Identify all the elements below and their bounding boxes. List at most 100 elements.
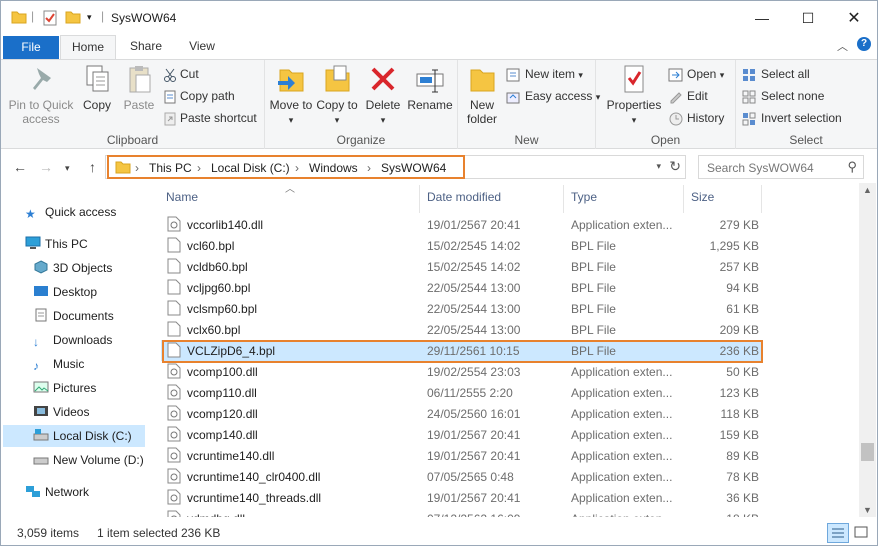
customize-quick-access-icon[interactable]: ▾ <box>87 12 92 23</box>
file-row[interactable]: vcomp120.dll 24/05/2560 16:01 Application … <box>161 403 761 424</box>
file-name: vccorlib140.dll <box>187 218 264 232</box>
crumb-this-pc[interactable]: This PC <box>149 161 192 175</box>
file-date: 19/02/2554 23:03 <box>427 365 521 379</box>
nav-quick-access[interactable]: ★ Quick access <box>25 201 116 223</box>
properties-button[interactable]: Properties ▾ <box>602 64 666 127</box>
forward-icon[interactable]: → <box>39 159 53 175</box>
properties-quick-icon[interactable] <box>43 10 57 29</box>
file-date: 22/05/2544 13:00 <box>427 302 521 316</box>
select-all-button[interactable]: Select all <box>742 65 810 85</box>
nav-this-pc[interactable]: This PC <box>25 233 88 255</box>
select-none-button[interactable]: Select none <box>742 87 824 107</box>
file-date: 06/11/2555 2:20 <box>427 386 513 400</box>
easy-access-button[interactable]: Easy access ▾ <box>506 87 600 107</box>
file-row[interactable]: vcl60.bpl 15/02/2545 14:02 BPL File 1,295 K… <box>161 235 761 256</box>
paste-shortcut-button[interactable]: Paste shortcut <box>163 109 257 129</box>
file-row[interactable]: vclx60.bpl 22/05/2544 13:00 BPL File 209 KB <box>161 319 761 340</box>
file-row[interactable]: vcruntime140_clr0400.dll 07/05/2565 0:48 A… <box>161 466 761 487</box>
column-name[interactable]: Name <box>166 190 198 204</box>
file-row[interactable]: vcomp110.dll 06/11/2555 2:20 Application e… <box>161 382 761 403</box>
cut-button[interactable]: Cut <box>163 65 199 85</box>
nav-desktop[interactable]: Desktop <box>33 281 97 303</box>
nav-local-disk[interactable]: Local Disk (C:) <box>3 425 145 447</box>
nav-downloads[interactable]: ↓ Downloads <box>33 329 112 351</box>
file-type: BPL File <box>571 260 616 274</box>
file-row[interactable]: vcruntime140_threads.dll 19/01/2567 20:41… <box>161 487 761 508</box>
file-row[interactable]: vdmdbg.dll 07/12/2562 16:09 Application ex… <box>161 508 761 517</box>
download-icon: ↓ <box>33 335 39 349</box>
file-date: 19/01/2567 20:41 <box>427 491 521 505</box>
pictures-icon <box>33 379 49 393</box>
close-button[interactable]: ✕ <box>831 1 877 35</box>
column-type[interactable]: Type <box>571 190 597 204</box>
drive-icon <box>33 451 49 465</box>
copy-to-button[interactable]: Copy to ▾ <box>315 64 359 127</box>
column-size[interactable]: Size <box>691 190 714 204</box>
file-row[interactable]: vccorlib140.dll 19/01/2567 20:41 Applicati… <box>161 214 761 235</box>
open-button[interactable]: Open ▾ <box>668 65 724 85</box>
new-folder-button[interactable]: New folder <box>462 64 502 126</box>
large-icons-view-icon[interactable] <box>851 523 873 543</box>
file-row[interactable]: vclsmp60.bpl 22/05/2544 13:00 BPL File 61 K… <box>161 298 761 319</box>
rename-button[interactable]: Rename <box>405 64 455 112</box>
crumb-syswow64[interactable]: SysWOW64 <box>381 161 446 175</box>
invert-selection-button[interactable]: Invert selection <box>742 109 842 129</box>
file-date: 15/02/2545 14:02 <box>427 239 521 253</box>
vertical-scrollbar[interactable]: ▲ ▼ <box>859 183 876 517</box>
pin-quick-access-button[interactable]: Pin to Quick access <box>5 64 77 126</box>
details-view-icon[interactable] <box>827 523 849 543</box>
nav-videos[interactable]: Videos <box>33 401 89 423</box>
edit-button[interactable]: Edit <box>668 87 708 107</box>
help-icon[interactable]: ? <box>857 37 871 51</box>
nav-pictures[interactable]: Pictures <box>33 377 96 399</box>
dll-file-icon <box>167 363 181 382</box>
file-date: 07/12/2562 16:09 <box>427 512 520 517</box>
select-all-icon <box>743 68 755 81</box>
copy-button[interactable]: Copy <box>77 64 117 112</box>
file-type: Application exten... <box>571 386 673 400</box>
copy-icon <box>86 65 109 92</box>
dll-file-icon <box>167 510 181 517</box>
new-label: New <box>514 133 539 147</box>
nav-new-volume[interactable]: New Volume (D:) <box>33 449 144 471</box>
delete-button[interactable]: Delete ▾ <box>361 64 405 127</box>
move-to-button[interactable]: Move to ▾ <box>269 64 313 127</box>
file-row[interactable]: vcljpg60.bpl 22/05/2544 13:00 BPL File 94 K… <box>161 277 761 298</box>
file-row[interactable]: vcomp140.dll 19/01/2567 20:41 Application … <box>161 424 761 445</box>
collapse-ribbon-icon[interactable]: ︿ <box>837 38 848 54</box>
nav-music[interactable]: ♪ Music <box>33 353 84 375</box>
refresh-icon[interactable]: ↻ <box>669 158 681 175</box>
crumb-local-disk[interactable]: Local Disk (C:) <box>211 161 290 175</box>
tab-share[interactable]: Share <box>121 35 171 59</box>
new-item-button[interactable]: New item ▾ <box>506 65 583 85</box>
search-input[interactable]: Search SysWOW64 ⚲ <box>698 155 864 179</box>
history-button[interactable]: History <box>668 109 724 129</box>
scroll-down-icon[interactable]: ▼ <box>863 505 872 515</box>
up-icon[interactable]: ↑ <box>89 159 96 175</box>
file-size: 123 KB <box>719 386 759 400</box>
paste-button[interactable]: Paste <box>119 64 159 112</box>
scroll-thumb[interactable] <box>861 443 874 461</box>
tab-view[interactable]: View <box>177 35 227 59</box>
column-date-modified[interactable]: Date modified <box>427 190 501 204</box>
breadcrumb[interactable]: › This PC › Local Disk (C:) › Windows › … <box>107 155 465 179</box>
file-row[interactable]: vcldb60.bpl 15/02/2545 14:02 BPL File 257 K… <box>161 256 761 277</box>
tab-file[interactable]: File <box>3 36 59 59</box>
copy-path-button[interactable]: Copy path <box>163 87 235 107</box>
address-dropdown-icon[interactable]: ▾ <box>656 161 661 172</box>
tab-home[interactable]: Home <box>60 35 116 60</box>
back-icon[interactable]: ← <box>13 159 27 175</box>
file-row[interactable]: vcomp100.dll 19/02/2554 23:03 Application … <box>161 361 761 382</box>
maximize-button[interactable]: ☐ <box>785 1 831 35</box>
recent-locations-icon[interactable]: ▾ <box>65 163 70 174</box>
nav-3d-objects[interactable]: 3D Objects <box>33 257 112 279</box>
nav-network[interactable]: Network <box>25 481 89 503</box>
videos-icon <box>33 403 49 417</box>
nav-documents[interactable]: Documents <box>33 305 114 327</box>
minimize-button[interactable]: — <box>739 1 785 35</box>
file-row[interactable]: vcruntime140.dll 19/01/2567 20:41 Applicat… <box>161 445 761 466</box>
scroll-up-icon[interactable]: ▲ <box>863 185 872 195</box>
file-size: 89 KB <box>726 449 759 463</box>
crumb-windows[interactable]: Windows <box>309 161 358 175</box>
new-folder-quick-icon[interactable] <box>65 10 81 27</box>
